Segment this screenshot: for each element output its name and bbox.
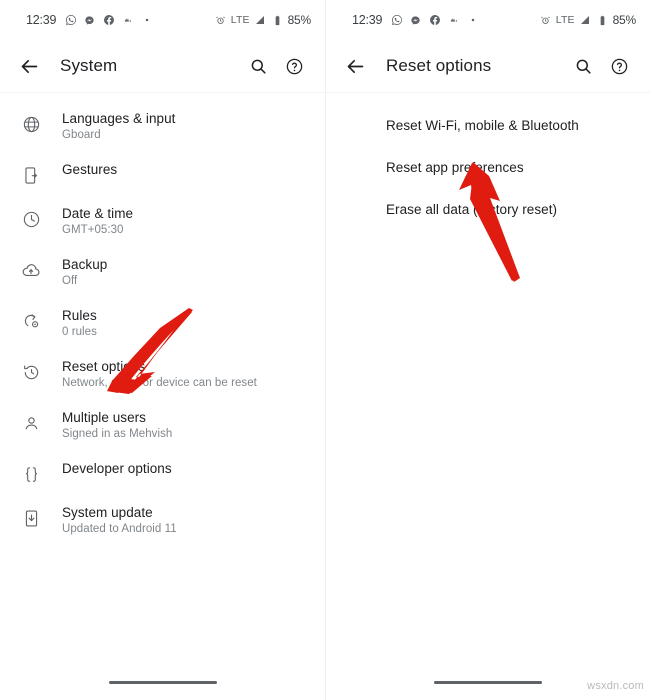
facebook-icon xyxy=(102,14,115,27)
setting-texts: Reset options Network, apps, or device c… xyxy=(62,358,257,391)
search-icon[interactable] xyxy=(243,51,273,81)
app-icon xyxy=(447,14,460,27)
status-bar-left: 12:39 xyxy=(26,13,153,27)
setting-subtitle: 0 rules xyxy=(62,326,97,338)
help-icon[interactable] xyxy=(604,51,634,81)
help-icon[interactable] xyxy=(279,51,309,81)
setting-subtitle: Updated to Android 11 xyxy=(62,523,177,535)
facebook-icon xyxy=(428,14,441,27)
setting-subtitle: Off xyxy=(62,275,78,287)
status-bar-left: 12:39 xyxy=(352,13,479,27)
reset-options-list: Reset Wi-Fi, mobile & Bluetooth Reset ap… xyxy=(326,93,650,231)
battery-icon xyxy=(271,14,284,27)
whatsapp-icon xyxy=(390,14,403,27)
status-bar-right: LTE 85% xyxy=(214,13,311,27)
right-phone-screen: 12:39 LTE 85% Reset options Reset Wi-Fi,… xyxy=(325,0,650,700)
setting-title: Backup xyxy=(62,257,108,272)
status-bar-right: LTE 85% xyxy=(539,13,636,27)
reset-row-network[interactable]: Reset Wi-Fi, mobile & Bluetooth xyxy=(326,105,650,147)
messenger-icon xyxy=(83,14,96,27)
app-bar: System xyxy=(0,40,325,92)
setting-title: Date & time xyxy=(62,206,134,221)
back-arrow-icon[interactable] xyxy=(14,51,44,81)
reset-option-label: Erase all data (factory reset) xyxy=(386,202,558,217)
setting-subtitle: Gboard xyxy=(62,129,101,141)
navigation-handle[interactable] xyxy=(434,681,542,684)
setting-row-gestures[interactable]: Gestures xyxy=(0,152,325,196)
page-title: System xyxy=(60,56,118,75)
status-time: 12:39 xyxy=(352,13,383,27)
dot-icon xyxy=(140,14,153,27)
setting-subtitle: Network, apps, or device can be reset xyxy=(62,377,257,389)
signal-icon xyxy=(254,14,267,27)
setting-texts: System update Updated to Android 11 xyxy=(62,504,177,537)
rules-icon xyxy=(18,309,44,333)
app-bar: Reset options xyxy=(326,40,650,92)
reset-option-label: Reset Wi-Fi, mobile & Bluetooth xyxy=(386,118,579,133)
status-bar: 12:39 LTE 85% xyxy=(326,0,650,40)
left-phone-screen: 12:39 LTE 85% System Languages & input G… xyxy=(0,0,325,700)
setting-title: Gestures xyxy=(62,162,118,177)
setting-title: Developer options xyxy=(62,461,172,476)
setting-title: Languages & input xyxy=(62,111,176,126)
system-update-icon xyxy=(18,506,44,530)
setting-texts: Gestures xyxy=(62,161,117,178)
setting-title: Multiple users xyxy=(62,410,146,425)
app-icon xyxy=(121,14,134,27)
setting-texts: Rules 0 rules xyxy=(62,307,97,340)
dual-screenshot-container: 12:39 LTE 85% System Languages & input G… xyxy=(0,0,650,700)
reset-row-app-preferences[interactable]: Reset app preferences xyxy=(326,147,650,189)
setting-row-languages-input[interactable]: Languages & input Gboard xyxy=(0,101,325,152)
reset-option-label: Reset app preferences xyxy=(386,160,524,175)
setting-row-system-update[interactable]: System update Updated to Android 11 xyxy=(0,495,325,546)
navigation-handle[interactable] xyxy=(108,681,217,684)
clock-icon xyxy=(18,207,44,231)
setting-row-date-time[interactable]: Date & time GMT+05:30 xyxy=(0,196,325,247)
network-type-label: LTE xyxy=(230,14,250,26)
alarm-icon xyxy=(214,14,227,27)
network-type-label: LTE xyxy=(555,14,575,26)
setting-row-developer-options[interactable]: Developer options xyxy=(0,451,325,495)
setting-row-reset-options[interactable]: Reset options Network, apps, or device c… xyxy=(0,349,325,400)
battery-percent: 85% xyxy=(612,13,637,27)
setting-texts: Languages & input Gboard xyxy=(62,110,175,143)
battery-percent: 85% xyxy=(287,13,312,27)
setting-subtitle: Signed in as Mehvish xyxy=(62,428,173,440)
setting-row-backup[interactable]: Backup Off xyxy=(0,247,325,298)
battery-icon xyxy=(596,14,609,27)
page-title: Reset options xyxy=(386,56,492,75)
person-icon xyxy=(18,411,44,435)
messenger-icon xyxy=(409,14,422,27)
search-icon[interactable] xyxy=(568,51,598,81)
reset-history-icon xyxy=(18,360,44,384)
signal-icon xyxy=(579,14,592,27)
back-arrow-icon[interactable] xyxy=(340,51,370,81)
setting-row-multiple-users[interactable]: Multiple users Signed in as Mehvish xyxy=(0,400,325,451)
watermark: wsxdn.com xyxy=(587,680,644,692)
setting-title: Rules xyxy=(62,308,97,323)
globe-icon xyxy=(18,112,44,136)
status-bar: 12:39 LTE 85% xyxy=(0,0,325,40)
setting-texts: Developer options xyxy=(62,460,172,477)
reset-row-factory-reset[interactable]: Erase all data (factory reset) xyxy=(326,189,650,231)
setting-row-rules[interactable]: Rules 0 rules xyxy=(0,298,325,349)
dot-icon xyxy=(466,14,479,27)
setting-texts: Date & time GMT+05:30 xyxy=(62,205,133,238)
setting-title: System update xyxy=(62,505,153,520)
cloud-backup-icon xyxy=(18,258,44,282)
setting-title: Reset options xyxy=(62,359,146,374)
gestures-icon xyxy=(18,163,44,187)
setting-texts: Backup Off xyxy=(62,256,107,289)
status-time: 12:39 xyxy=(26,13,57,27)
system-settings-list: Languages & input Gboard Gestures Date &… xyxy=(0,93,325,546)
whatsapp-icon xyxy=(64,14,77,27)
setting-subtitle: GMT+05:30 xyxy=(62,224,124,236)
alarm-icon xyxy=(539,14,552,27)
braces-icon xyxy=(18,462,44,486)
setting-texts: Multiple users Signed in as Mehvish xyxy=(62,409,172,442)
